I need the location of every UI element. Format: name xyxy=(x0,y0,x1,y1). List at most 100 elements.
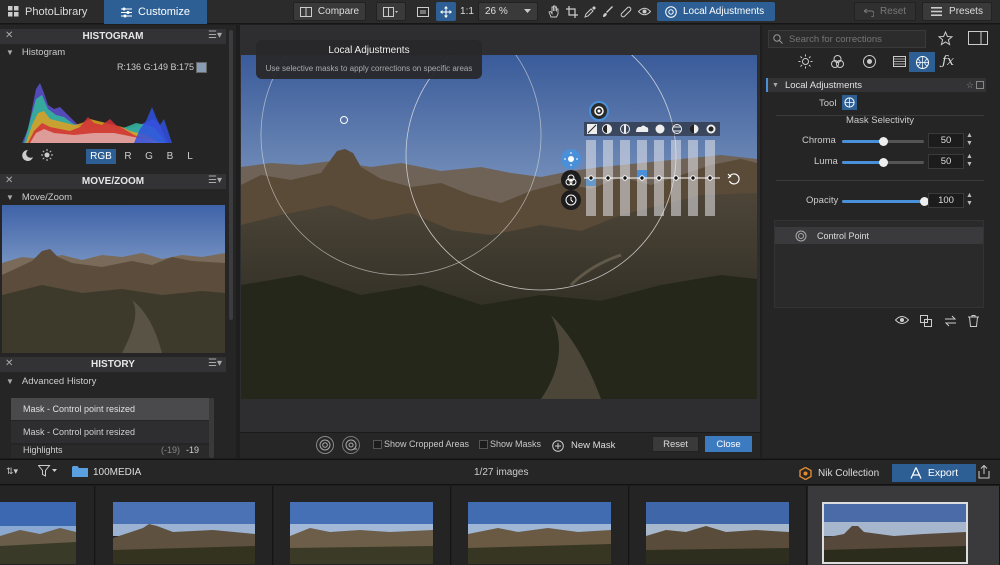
thumbnail-image[interactable] xyxy=(822,502,968,564)
local-adjustments-tab-icon[interactable] xyxy=(909,52,935,72)
histogram-subheader[interactable]: ▼ Histogram xyxy=(0,45,226,59)
opacity-stepper-icon[interactable]: ▲ ▼ xyxy=(966,192,976,209)
fx-tab-icon[interactable]: ƒx xyxy=(942,54,958,70)
channel-rgb-button[interactable]: RGB xyxy=(86,149,116,164)
chroma-slider[interactable] xyxy=(842,137,924,146)
channel-b-button[interactable]: B xyxy=(162,149,178,164)
history-item[interactable]: Mask - Control point resized xyxy=(11,421,209,443)
nik-collection-button[interactable]: Nik Collection xyxy=(795,464,885,482)
channel-l-button[interactable]: L xyxy=(182,149,198,164)
shadow-clipping-icon[interactable] xyxy=(22,149,34,162)
brush-tool-button[interactable] xyxy=(599,2,617,21)
add-control-point-icon[interactable] xyxy=(316,436,334,454)
history-subheader[interactable]: ▼ Advanced History xyxy=(0,374,226,388)
cp-color-icon[interactable] xyxy=(561,170,581,190)
channel-r-button[interactable]: R xyxy=(120,149,136,164)
favorites-star-icon[interactable] xyxy=(937,30,954,47)
geometry-tab-icon[interactable] xyxy=(892,54,908,70)
luma-stepper-icon[interactable]: ▲ ▼ xyxy=(966,153,976,170)
luma-slider-knob[interactable] xyxy=(878,158,888,167)
show-cropped-checkbox[interactable] xyxy=(373,440,382,449)
thumbnail-cell[interactable] xyxy=(274,486,451,565)
cp-clock-icon[interactable] xyxy=(561,190,581,210)
panel-menu-icon[interactable]: ☰▾ xyxy=(208,30,222,41)
thumbnail-image[interactable] xyxy=(646,502,789,564)
movezoom-subheader[interactable]: ▼ Move/Zoom xyxy=(0,190,226,204)
main-photo[interactable] xyxy=(241,55,757,399)
swap-icon[interactable] xyxy=(944,315,958,329)
thumbnail-cell-selected[interactable] xyxy=(808,486,1000,565)
color-tab-icon[interactable] xyxy=(830,54,846,70)
fit-button[interactable] xyxy=(436,2,456,21)
chroma-stepper-icon[interactable]: ▲ ▼ xyxy=(966,132,976,149)
thumbnail-cell[interactable] xyxy=(630,486,807,565)
history-header[interactable]: ✕ HISTORY ☰▾ xyxy=(0,357,226,372)
left-panel-scrollbar[interactable] xyxy=(229,30,233,320)
crop-tool-button[interactable] xyxy=(563,2,581,21)
control-point-sliders[interactable] xyxy=(584,138,720,218)
detail-tab-icon[interactable] xyxy=(862,54,878,70)
control-point-reset-icon[interactable] xyxy=(727,172,741,186)
eyedropper-tool-button[interactable] xyxy=(581,2,599,21)
hand-tool-button[interactable] xyxy=(545,2,563,21)
cp-brightness-icon[interactable] xyxy=(561,149,581,169)
zoom-dropdown[interactable]: 26 % xyxy=(478,2,538,21)
sort-dropdown[interactable]: ⇅▾ xyxy=(6,466,32,480)
layout-dropdown[interactable] xyxy=(376,2,406,21)
repair-tool-button[interactable] xyxy=(617,2,635,21)
search-field[interactable] xyxy=(768,30,926,48)
folder-name[interactable]: 100MEDIA xyxy=(93,467,141,478)
thumbnail-cell[interactable] xyxy=(452,486,629,565)
thumbnail-cell[interactable] xyxy=(96,486,273,565)
show-mask-eye-icon[interactable] xyxy=(894,315,910,329)
channel-g-button[interactable]: G xyxy=(141,149,157,164)
thumbnail-image[interactable] xyxy=(290,502,433,564)
reset-button[interactable]: Reset xyxy=(854,2,916,21)
search-input[interactable] xyxy=(789,33,919,45)
chroma-slider-knob[interactable] xyxy=(878,137,888,146)
new-mask-button[interactable]: New Mask xyxy=(548,436,630,455)
history-scrollbar[interactable] xyxy=(209,398,214,458)
compare-button[interactable]: Compare xyxy=(293,2,366,21)
opacity-value[interactable]: 100 xyxy=(928,193,964,208)
light-tab-icon[interactable] xyxy=(798,54,814,70)
preview-toggle-button[interactable] xyxy=(635,2,653,21)
share-icon[interactable] xyxy=(978,464,992,479)
chroma-value[interactable]: 50 xyxy=(928,133,964,148)
crop-view-button[interactable] xyxy=(413,2,433,21)
panel-toggle-square-icon[interactable] xyxy=(976,81,984,89)
control-point-handle[interactable] xyxy=(589,101,609,121)
panel-menu-icon[interactable]: ☰▾ xyxy=(208,358,222,369)
favorite-star-icon[interactable]: ☆ xyxy=(966,80,974,91)
tab-photolibrary[interactable]: PhotoLibrary xyxy=(0,2,104,21)
filter-dropdown[interactable] xyxy=(37,465,64,479)
highlight-clipping-icon[interactable] xyxy=(41,149,53,161)
thumbnail-image[interactable] xyxy=(0,502,76,564)
opacity-slider[interactable] xyxy=(842,197,929,206)
show-masks-checkbox[interactable] xyxy=(479,440,488,449)
close-icon[interactable]: ✕ xyxy=(5,30,13,41)
close-icon[interactable]: ✕ xyxy=(5,358,13,369)
close-icon[interactable]: ✕ xyxy=(5,175,13,186)
thumbnail-image[interactable] xyxy=(468,502,611,564)
close-button[interactable]: Close xyxy=(705,436,752,452)
luma-value[interactable]: 50 xyxy=(928,154,964,169)
luma-slider[interactable] xyxy=(842,158,924,167)
presets-button[interactable]: Presets xyxy=(922,2,992,21)
navigator-preview[interactable] xyxy=(2,205,225,353)
thumbnail-image[interactable] xyxy=(113,502,255,564)
zoom-1-1-button[interactable]: 1:1 xyxy=(456,2,478,21)
duplicate-icon[interactable] xyxy=(920,315,934,329)
thumbnail-cell[interactable] xyxy=(0,486,95,565)
history-item[interactable]: Mask - Control point resized xyxy=(11,398,209,420)
movezoom-header[interactable]: ✕ MOVE/ZOOM ☰▾ xyxy=(0,174,226,189)
history-item[interactable]: Highlights (-19) -19 xyxy=(11,445,209,458)
local-adjustments-panel-header[interactable]: ▼ Local Adjustments ☆ xyxy=(766,78,986,92)
panel-toggle-icon[interactable] xyxy=(968,31,988,47)
mask-list-item[interactable]: Control Point xyxy=(775,227,983,244)
tab-customize[interactable]: Customize xyxy=(104,0,207,24)
panel-menu-icon[interactable]: ☰▾ xyxy=(208,175,222,186)
mask-reset-button[interactable]: Reset xyxy=(652,436,699,452)
export-button[interactable]: Export xyxy=(892,464,976,482)
local-adjustments-button[interactable]: Local Adjustments xyxy=(657,2,775,21)
